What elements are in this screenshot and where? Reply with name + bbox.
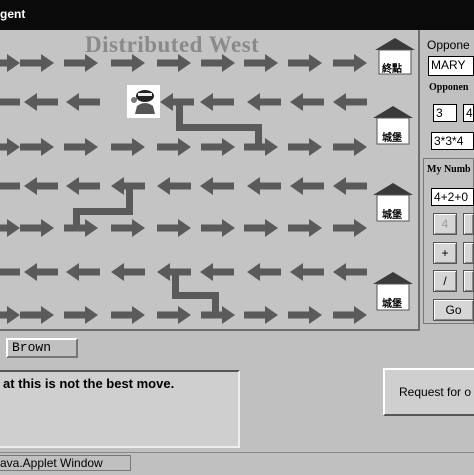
window-title: gent [0, 7, 26, 21]
opponent-numbers-label: Opponen [429, 82, 469, 93]
arrow-row-5 [0, 219, 367, 237]
window-title-bar: gent [0, 0, 474, 30]
status-text: ava.Applet Window [0, 455, 131, 471]
player-name-field: Brown [6, 338, 78, 358]
plus-button[interactable]: + [433, 242, 457, 264]
my-number-label: My Numb [427, 164, 471, 175]
divide-button[interactable]: / [433, 270, 457, 292]
operator-button-cut[interactable] [463, 270, 474, 292]
go-button[interactable]: Go [433, 299, 474, 321]
arrow-row-1 [0, 54, 367, 72]
opponent-number-a[interactable]: 3 [433, 104, 457, 122]
opponent-expression-field[interactable]: 3*3*4 [431, 132, 474, 150]
opponent-name-field[interactable]: MARY [428, 56, 474, 76]
house-label: 城堡 [382, 133, 402, 144]
ladder-connectors [73, 102, 262, 317]
operator-button-cut[interactable] [463, 242, 474, 264]
arrow-row-2 [0, 93, 367, 111]
player-piece-icon[interactable] [127, 85, 160, 118]
my-expression-field[interactable]: 4+2+0 [431, 188, 474, 206]
arrow-row-6 [0, 263, 367, 281]
arrow-row-7 [0, 306, 367, 324]
status-bar: ava.Applet Window [0, 452, 474, 475]
message-area: at this is not the best move. [0, 370, 240, 448]
number-button-cut[interactable] [463, 213, 474, 235]
arrow-row-3 [0, 138, 367, 156]
house-label: 終點 [382, 64, 402, 75]
house-label: 城堡 [382, 210, 402, 221]
arrow-field [0, 38, 415, 324]
request-button[interactable]: Request for o [383, 368, 474, 416]
opponent-number-b[interactable]: 4 [463, 104, 474, 122]
house-label: 城堡 [382, 299, 402, 310]
message-text: at this is not the best move. [3, 376, 175, 391]
number-4-button[interactable]: 4 [433, 213, 457, 235]
arrow-row-4 [0, 177, 367, 195]
opponent-label: Oppone [427, 38, 470, 52]
